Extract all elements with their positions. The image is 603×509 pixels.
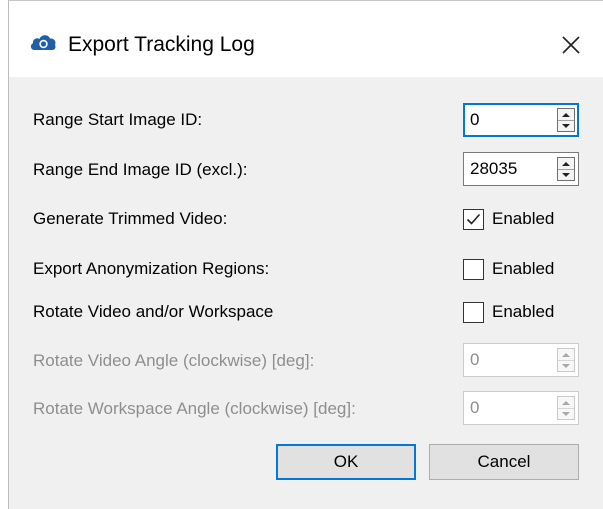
checkbox-unchecked[interactable] — [463, 301, 484, 323]
dialog-body: Range Start Image ID: 0 Range End Image … — [9, 77, 603, 509]
close-icon — [562, 36, 580, 54]
rotate-video-workspace-label: Rotate Video and/or Workspace — [33, 302, 274, 321]
rotate-video-angle-value: 0 — [470, 350, 480, 369]
range-start-label: Range Start Image ID: — [33, 110, 203, 129]
range-end-spinbox[interactable]: 28035 — [463, 152, 579, 186]
generate-trimmed-video-label: Generate Trimmed Video: — [33, 209, 228, 228]
export-anonymization-enabled-label[interactable]: Enabled — [492, 258, 554, 280]
export-anonymization-checkbox[interactable]: Enabled — [463, 257, 554, 281]
rotate-video-workspace-checkbox[interactable]: Enabled — [463, 300, 554, 324]
checkbox-checked[interactable] — [463, 208, 484, 230]
spin-down-arrow-icon — [558, 360, 574, 371]
rotate-workspace-angle-label: Rotate Workspace Angle (clockwise) [deg]… — [33, 399, 356, 418]
range-start-value[interactable]: 0 — [470, 110, 479, 130]
spin-down-arrow-icon — [558, 408, 574, 419]
generate-trimmed-video-checkbox[interactable]: Enabled — [463, 207, 554, 231]
rotate-workspace-angle-spin-buttons — [557, 396, 575, 420]
cancel-button[interactable]: Cancel — [429, 444, 579, 480]
rotate-video-angle-spin-buttons — [557, 348, 575, 372]
rotate-video-workspace-enabled-label[interactable]: Enabled — [492, 301, 554, 323]
export-anonymization-label: Export Anonymization Regions: — [33, 259, 270, 278]
range-end-spin-buttons[interactable] — [557, 157, 575, 181]
range-end-value[interactable]: 28035 — [470, 159, 517, 179]
range-start-spinbox[interactable]: 0 — [463, 103, 579, 137]
rotate-workspace-angle-spinbox: 0 — [463, 391, 579, 425]
close-button[interactable] — [555, 29, 587, 61]
rotate-workspace-angle-value: 0 — [470, 398, 480, 417]
title-bar[interactable]: Export Tracking Log — [9, 1, 603, 77]
range-end-label: Range End Image ID (excl.): — [33, 160, 248, 179]
spin-down-arrow-icon[interactable] — [558, 120, 574, 131]
spin-down-arrow-icon[interactable] — [558, 169, 574, 180]
rotate-video-angle-label: Rotate Video Angle (clockwise) [deg]: — [33, 351, 315, 370]
rotate-video-angle-spinbox: 0 — [463, 343, 579, 377]
range-start-spin-buttons[interactable] — [557, 108, 575, 132]
generate-trimmed-video-enabled-label[interactable]: Enabled — [492, 208, 554, 230]
cloud-icon — [29, 33, 57, 51]
ok-button[interactable]: OK — [276, 444, 416, 480]
export-tracking-log-dialog: Export Tracking Log Range Start Image ID… — [9, 1, 603, 509]
dialog-title: Export Tracking Log — [68, 33, 255, 56]
checkmark-icon — [466, 213, 481, 225]
checkbox-unchecked[interactable] — [463, 258, 484, 280]
